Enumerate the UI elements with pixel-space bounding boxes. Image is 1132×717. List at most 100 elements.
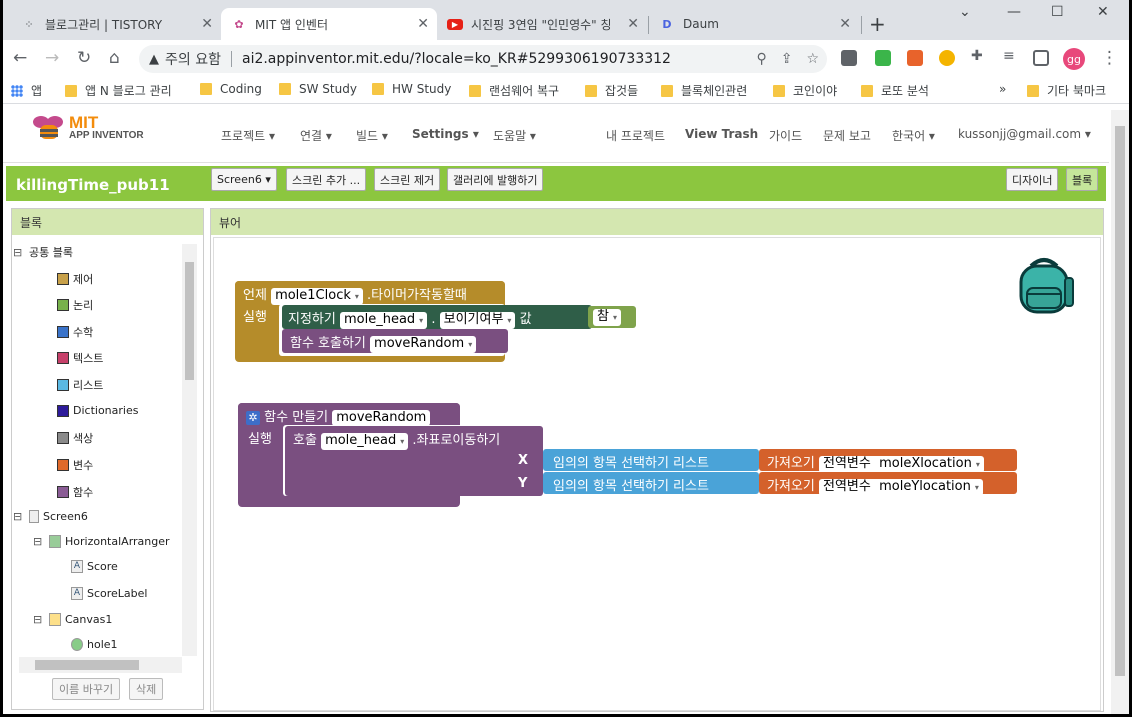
variable-dropdown[interactable]: 전역변수 moleYlocation ▾ bbox=[818, 479, 983, 496]
security-label[interactable]: 주의 요함 bbox=[165, 49, 221, 69]
collapse-icon[interactable]: ⊟ bbox=[13, 246, 25, 259]
category-colors[interactable]: 색상 bbox=[57, 430, 93, 446]
maximize-icon[interactable]: ☐ bbox=[1051, 4, 1064, 20]
tab-youtube[interactable]: ▶ 시진핑 3연임 "인민영수" 칭 ✕ bbox=[437, 8, 647, 40]
page-scrollbar[interactable] bbox=[1111, 110, 1129, 714]
blocks-button[interactable]: 블록 bbox=[1066, 168, 1099, 191]
category-math[interactable]: 수학 bbox=[57, 324, 93, 340]
reading-list-icon[interactable]: ≡ bbox=[1003, 48, 1019, 64]
new-tab-button[interactable]: + bbox=[869, 12, 886, 36]
close-window-icon[interactable]: ✕ bbox=[1097, 4, 1109, 20]
other-bookmarks[interactable]: 기타 북마크 bbox=[1027, 82, 1106, 99]
scroll-thumb[interactable] bbox=[185, 262, 194, 380]
bookmark-item[interactable]: 잡것들 bbox=[585, 82, 638, 99]
tree-hole[interactable]: hole1 bbox=[71, 638, 118, 651]
delete-button[interactable]: 삭제 bbox=[129, 678, 164, 700]
designer-button[interactable]: 디자이너 bbox=[1006, 168, 1059, 191]
guide-link[interactable]: 가이드 bbox=[769, 127, 802, 144]
scroll-thumb[interactable] bbox=[35, 660, 139, 670]
minimize-icon[interactable]: — bbox=[1007, 4, 1021, 20]
bookmark-item[interactable]: HW Study bbox=[372, 82, 451, 96]
category-variables[interactable]: 변수 bbox=[57, 457, 93, 473]
report-issue-link[interactable]: 문제 보고 bbox=[823, 127, 871, 144]
category-control[interactable]: 제어 bbox=[57, 271, 93, 287]
extension-icon[interactable] bbox=[875, 50, 891, 66]
puzzle-icon[interactable]: ✚ bbox=[971, 48, 987, 64]
home-icon[interactable]: ⌂ bbox=[109, 48, 120, 68]
menu-build[interactable]: 빌드 ▾ bbox=[356, 127, 388, 144]
more-icon[interactable]: ⋮ bbox=[1101, 48, 1118, 68]
backpack-icon[interactable] bbox=[1013, 254, 1075, 314]
random-item-block-x[interactable]: 임의의 항목 선택하기 리스트 bbox=[543, 449, 759, 471]
close-icon[interactable]: ✕ bbox=[627, 16, 639, 32]
tab-app-inventor[interactable]: ✿ MIT 앱 인벤터 ✕ bbox=[221, 8, 437, 40]
extension-icon[interactable] bbox=[939, 50, 955, 66]
tree-horizontal-arrangement[interactable]: ⊟ HorizontalArranger bbox=[33, 535, 170, 548]
tree-vertical-scrollbar[interactable] bbox=[182, 244, 197, 656]
language-menu[interactable]: 한국어 ▾ bbox=[892, 127, 935, 144]
publish-gallery-button[interactable]: 갤러리에 발행하기 bbox=[447, 168, 544, 191]
category-lists[interactable]: 리스트 bbox=[57, 377, 103, 393]
tree-canvas[interactable]: ⊟ Canvas1 bbox=[33, 613, 112, 626]
true-block[interactable]: 참 ▾ bbox=[588, 306, 636, 328]
collapse-icon[interactable]: ⊟ bbox=[33, 535, 45, 548]
collapse-icon[interactable]: ⊟ bbox=[33, 613, 45, 626]
avatar[interactable]: gg bbox=[1063, 48, 1085, 70]
random-item-block-y[interactable]: 임의의 항목 선택하기 리스트 bbox=[543, 472, 759, 494]
bookmark-apps[interactable]: 앱 bbox=[11, 82, 42, 99]
get-global-block-x[interactable]: 가져오기 전역변수 moleXlocation ▾ bbox=[759, 449, 1017, 473]
tree-screen[interactable]: ⊟ Screen6 bbox=[13, 510, 88, 523]
gear-icon[interactable]: ✲ bbox=[246, 411, 260, 425]
tree-score-label[interactable]: A ScoreLabel bbox=[71, 587, 147, 600]
share-icon[interactable]: ⇪ bbox=[781, 51, 793, 67]
variable-dropdown[interactable]: 전역변수 moleXlocation ▾ bbox=[818, 456, 984, 473]
reload-icon[interactable]: ↻ bbox=[77, 48, 91, 68]
bookmark-item[interactable]: 로또 분석 bbox=[861, 82, 929, 99]
procedure-name-field[interactable]: moveRandom bbox=[332, 410, 431, 426]
bookmark-item[interactable]: 앱 N 블로그 관리 bbox=[65, 82, 172, 99]
collapse-icon[interactable]: ⊟ bbox=[13, 510, 25, 523]
app-inventor-logo[interactable]: MIT APP INVENTOR bbox=[31, 113, 144, 141]
category-procedures[interactable]: 함수 bbox=[57, 484, 93, 500]
bookmark-item[interactable]: 코인이야 bbox=[773, 82, 837, 99]
url-text[interactable]: ai2.appinventor.mit.edu/?locale=ko_KR#52… bbox=[242, 51, 671, 67]
tree-builtin[interactable]: ⊟ 공통 블록 bbox=[13, 244, 73, 260]
menu-help[interactable]: 도움말 ▾ bbox=[493, 127, 536, 144]
menu-settings[interactable]: Settings ▾ bbox=[412, 127, 479, 141]
category-logic[interactable]: 논리 bbox=[57, 297, 93, 313]
my-projects-link[interactable]: 내 프로젝트 bbox=[606, 127, 665, 144]
address-bar[interactable]: ▲ 주의 요함 ai2.appinventor.mit.edu/?locale=… bbox=[139, 45, 827, 73]
call-procedure-block[interactable]: 함수 호출하기 moveRandom ▾ bbox=[282, 329, 508, 353]
component-dropdown[interactable]: mole_head ▾ bbox=[321, 433, 409, 450]
menu-connect[interactable]: 연결 ▾ bbox=[300, 127, 332, 144]
tab-daum[interactable]: D Daum ✕ bbox=[649, 8, 859, 40]
component-dropdown[interactable]: mole1Clock ▾ bbox=[271, 288, 363, 305]
close-icon[interactable]: ✕ bbox=[839, 16, 851, 32]
component-dropdown[interactable]: mole_head ▾ bbox=[339, 312, 428, 329]
zoom-icon[interactable]: ⚲ bbox=[756, 51, 766, 67]
back-icon[interactable]: ← bbox=[13, 48, 27, 68]
more-bookmarks-button[interactable]: » bbox=[999, 82, 1006, 96]
view-trash-link[interactable]: View Trash bbox=[685, 127, 758, 141]
bookmark-item[interactable]: 랜섬웨어 복구 bbox=[469, 82, 559, 99]
set-block[interactable]: 지정하기 mole_head ▾ . 보이기여부 ▾ 값 bbox=[282, 305, 592, 329]
category-dictionaries[interactable]: Dictionaries bbox=[57, 404, 138, 417]
chevron-down-icon[interactable]: ⌄ bbox=[959, 4, 971, 20]
property-dropdown[interactable]: 보이기여부 ▾ bbox=[439, 312, 516, 329]
screen-select[interactable]: Screen6 ▾ bbox=[211, 168, 277, 191]
scroll-thumb[interactable] bbox=[1115, 126, 1125, 676]
close-icon[interactable]: ✕ bbox=[417, 16, 429, 32]
tab-tistory[interactable]: ⁘ 블로그관리 | TISTORY ✕ bbox=[11, 8, 221, 40]
extension-icon[interactable] bbox=[907, 50, 923, 66]
side-panel-icon[interactable] bbox=[1033, 50, 1049, 66]
warning-icon[interactable]: ▲ bbox=[149, 52, 159, 67]
bookmark-item[interactable]: SW Study bbox=[279, 82, 357, 96]
account-menu[interactable]: kussonjj@gmail.com ▾ bbox=[958, 127, 1091, 141]
category-text[interactable]: 텍스트 bbox=[57, 350, 103, 366]
add-screen-button[interactable]: 스크린 추가 ... bbox=[286, 168, 367, 191]
remove-screen-button[interactable]: 스크린 제거 bbox=[374, 168, 441, 191]
bookmark-star-icon[interactable]: ☆ bbox=[806, 51, 819, 67]
tree-score[interactable]: A Score bbox=[71, 560, 118, 573]
boolean-dropdown[interactable]: 참 ▾ bbox=[593, 309, 621, 326]
menu-project[interactable]: 프로젝트 ▾ bbox=[221, 127, 275, 144]
